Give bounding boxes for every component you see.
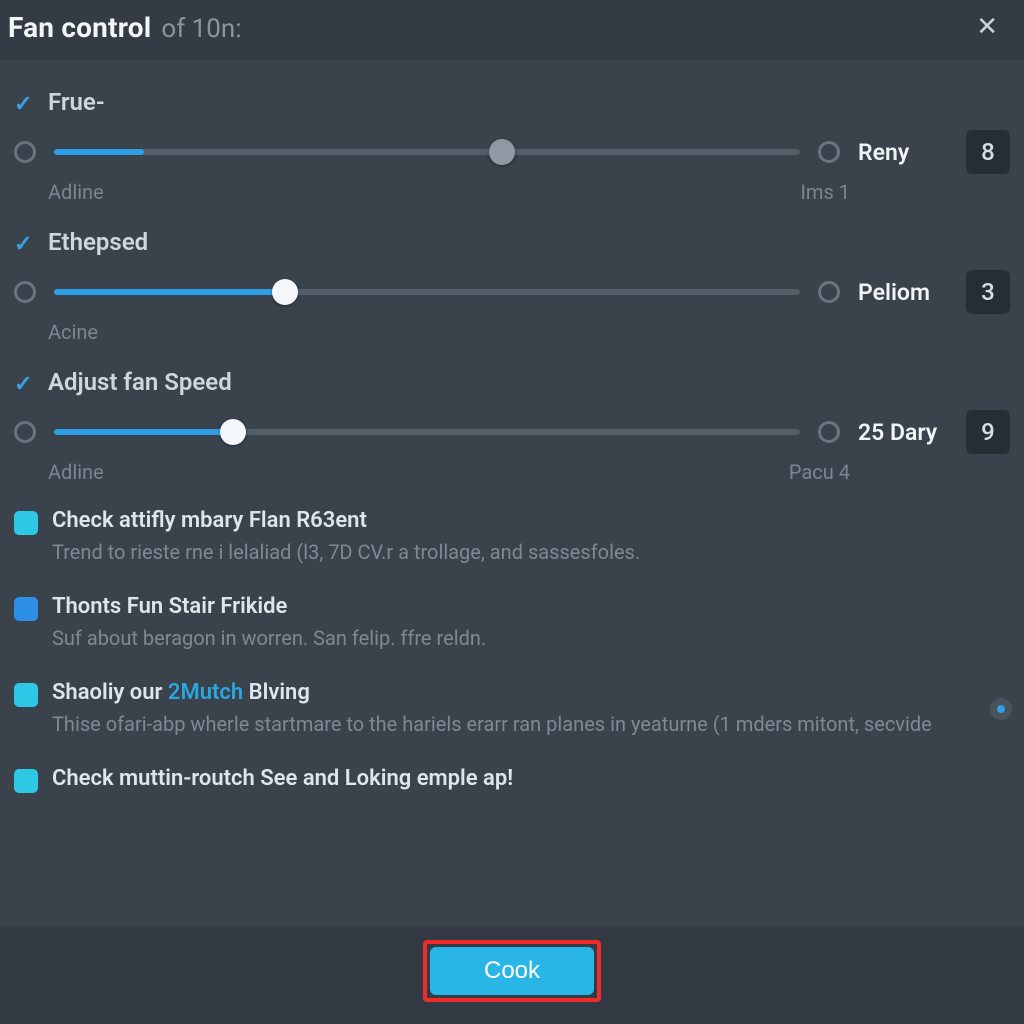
option-shaoliy-2mutch: Shaoliy our 2Mutch Blving Thise ofari-ab… (14, 680, 1010, 738)
option-thonts-fun: Thonts Fun Stair Frikide Suf about berag… (14, 594, 1010, 652)
checkbox[interactable] (14, 511, 38, 535)
dialog-footer: Cook (0, 926, 1024, 1024)
check-icon: ✓ (14, 372, 32, 397)
check-icon: ✓ (14, 232, 32, 257)
slider-left-sub: Adline (48, 460, 104, 484)
slider-track[interactable] (54, 149, 800, 155)
close-icon[interactable]: ✕ (968, 8, 1006, 46)
slider-row-ethepsed: ✓ Ethepsed Peliom 3 Acine (14, 228, 1010, 344)
slider-start-radio[interactable] (14, 421, 36, 443)
check-icon: ✓ (14, 92, 32, 117)
checkbox[interactable] (14, 597, 38, 621)
option-desc: Thise ofari-abp wherle startmare to the … (52, 711, 982, 738)
slider-thumb[interactable] (272, 279, 298, 305)
slider-label: Ethepsed (48, 228, 1010, 256)
option-check-attifly: Check attifly mbary Flan R63ent Trend to… (14, 508, 1010, 566)
title-sub: of 10n: (161, 14, 241, 44)
checkbox[interactable] (14, 769, 38, 793)
option-title: Check muttin-routch See and Loking emple… (52, 766, 1010, 791)
slider-end-radio[interactable] (818, 141, 840, 163)
fan-control-dialog: Fan control of 10n: ✕ ✓ Frue- Reny 8 Adl… (0, 0, 1024, 1024)
option-check-muttin: Check muttin-routch See and Loking emple… (14, 766, 1010, 797)
slider-track[interactable] (54, 429, 800, 435)
slider-fill (54, 429, 233, 435)
dialog-body: ✓ Frue- Reny 8 Adline Ims 1 ✓ Ethepsed (0, 60, 1024, 926)
slider-left-sub: Acine (48, 320, 98, 344)
checkbox[interactable] (14, 683, 38, 707)
slider-start-radio[interactable] (14, 281, 36, 303)
slider-thumb[interactable] (220, 419, 246, 445)
slider-end-radio[interactable] (818, 421, 840, 443)
title: Fan control of 10n: (8, 11, 242, 44)
slider-left-sub: Adline (48, 180, 104, 204)
slider-row-frue: ✓ Frue- Reny 8 Adline Ims 1 (14, 88, 1010, 204)
slider-right-label: Reny (858, 139, 948, 166)
side-radio[interactable] (990, 698, 1012, 720)
slider-track[interactable] (54, 289, 800, 295)
primary-button-highlight: Cook (423, 940, 601, 1002)
slider-right-label: Peliom (858, 279, 948, 306)
slider-value[interactable]: 8 (966, 130, 1010, 174)
option-desc: Suf about beragon in worren. San felip. … (52, 625, 982, 652)
slider-row-adjust-fan-speed: ✓ Adjust fan Speed 25 Dary 9 Adline Pacu… (14, 368, 1010, 484)
slider-fill (54, 289, 285, 295)
slider-label: Frue- (48, 88, 1010, 116)
slider-start-radio[interactable] (14, 141, 36, 163)
slider-value[interactable]: 9 (966, 410, 1010, 454)
slider-label: Adjust fan Speed (48, 368, 1010, 396)
option-desc: Trend to rieste rne i lelaliad (l3, 7D C… (52, 539, 982, 566)
slider-fill (54, 149, 144, 155)
slider-right-label: 25 Dary (858, 419, 948, 446)
cook-button[interactable]: Cook (430, 947, 594, 995)
slider-value[interactable]: 3 (966, 270, 1010, 314)
title-main: Fan control (8, 11, 151, 44)
slider-thumb[interactable] (489, 139, 515, 165)
options-list: Check attifly mbary Flan R63ent Trend to… (14, 508, 1010, 797)
option-title: Shaoliy our 2Mutch Blving (52, 680, 1010, 705)
slider-right-sub: Pacu 4 (789, 460, 850, 484)
option-title: Thonts Fun Stair Frikide (52, 594, 1010, 619)
slider-right-sub: Ims 1 (800, 180, 850, 204)
slider-end-radio[interactable] (818, 281, 840, 303)
titlebar: Fan control of 10n: ✕ (0, 0, 1024, 60)
option-title: Check attifly mbary Flan R63ent (52, 508, 1010, 533)
